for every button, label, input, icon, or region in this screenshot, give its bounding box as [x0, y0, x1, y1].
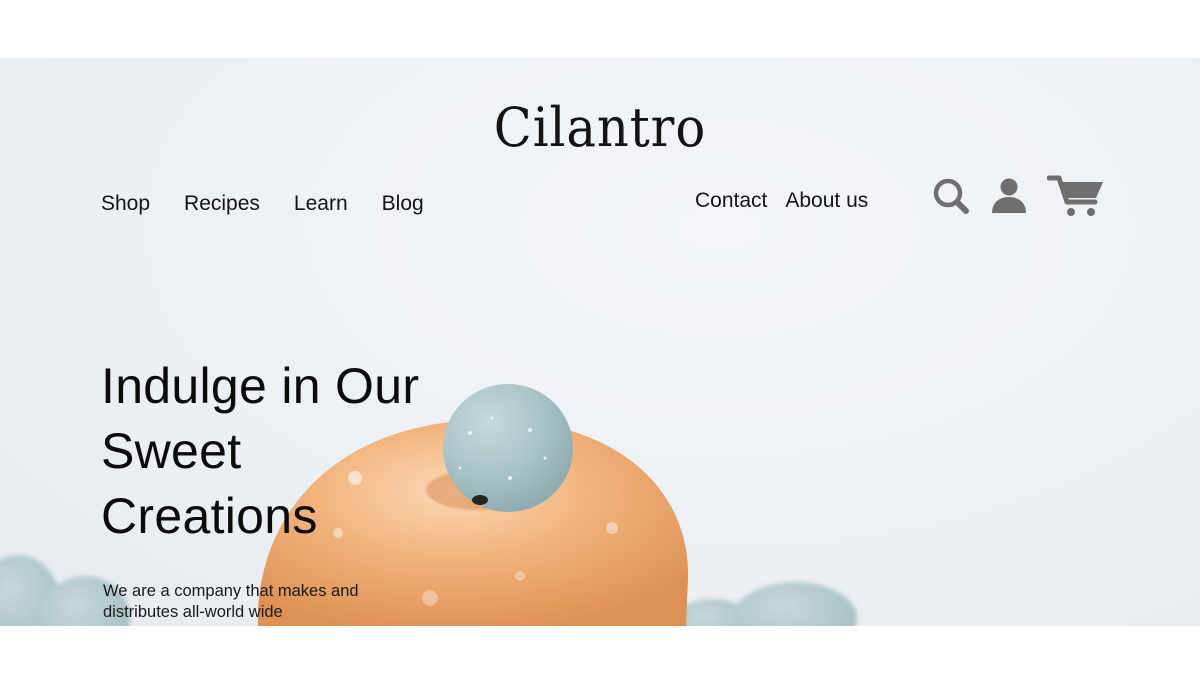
- candy-egg-top: [443, 384, 573, 512]
- search-button[interactable]: [931, 176, 971, 216]
- cart-button[interactable]: [1046, 174, 1105, 218]
- cart-icon: [1046, 175, 1103, 216]
- nav-link-learn[interactable]: Learn: [294, 192, 348, 216]
- search-icon: [933, 178, 969, 214]
- nav-link-shop[interactable]: Shop: [101, 192, 150, 216]
- nav-link-about-us[interactable]: About us: [785, 189, 868, 213]
- nav-link-recipes[interactable]: Recipes: [184, 192, 260, 216]
- brand-logo[interactable]: Cilantro: [48, 96, 1152, 159]
- nav-link-blog[interactable]: Blog: [382, 192, 424, 216]
- hero-subtitle: We are a company that makes and distribu…: [103, 582, 359, 621]
- primary-nav: Shop Recipes Learn Blog: [101, 192, 458, 216]
- user-icon: [992, 178, 1026, 213]
- hero-title: Indulge in Our Sweet Creations: [101, 358, 420, 544]
- hero-section: Cilantro Shop Recipes Learn Blog Contact…: [0, 58, 1200, 626]
- candy-egg: [733, 582, 857, 626]
- nav-link-contact[interactable]: Contact: [695, 189, 767, 213]
- account-button[interactable]: [990, 176, 1028, 214]
- secondary-nav: Contact About us: [695, 189, 886, 213]
